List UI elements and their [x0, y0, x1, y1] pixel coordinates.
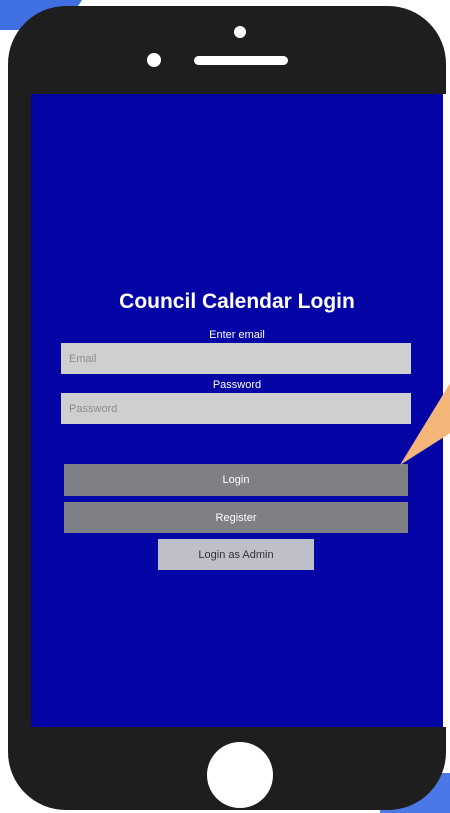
side-button: [8, 282, 18, 334]
password-field[interactable]: [61, 393, 411, 424]
side-button: [8, 148, 18, 184]
email-field[interactable]: [61, 343, 411, 374]
speaker-bar: [194, 56, 288, 65]
sensor-dot: [234, 26, 246, 38]
login-as-admin-button[interactable]: Login as Admin: [158, 539, 314, 570]
camera-dot: [147, 53, 161, 67]
phone-frame: Council Calendar Login Enter email Passw…: [8, 6, 446, 810]
mockup-canvas: Council Calendar Login Enter email Passw…: [0, 0, 450, 813]
side-button: [8, 212, 18, 264]
register-button[interactable]: Register: [64, 502, 408, 533]
password-label: Password: [212, 379, 262, 391]
home-button[interactable]: [207, 742, 273, 808]
page-title: Council Calendar Login: [119, 290, 355, 313]
callout-pointer-shape: [400, 383, 450, 465]
email-label: Enter email: [209, 329, 265, 341]
app-screen: Council Calendar Login Enter email Passw…: [31, 94, 446, 727]
login-button[interactable]: Login: [64, 464, 408, 496]
